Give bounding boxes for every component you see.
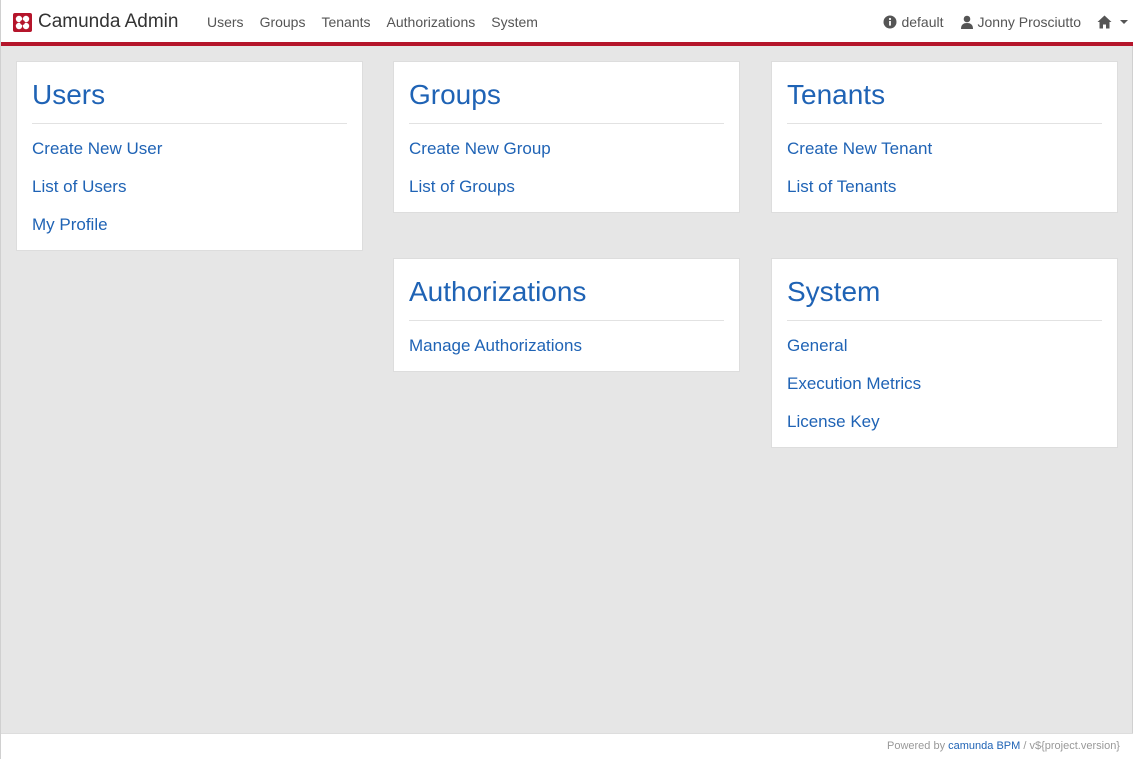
list-of-users-link[interactable]: List of Users <box>32 177 347 197</box>
groups-section: Groups Create New Group List of Groups <box>393 61 740 213</box>
list-of-groups-link[interactable]: List of Groups <box>409 177 724 197</box>
create-new-user-link[interactable]: Create New User <box>32 139 347 159</box>
general-link[interactable]: General <box>787 336 1102 356</box>
brand-name: Camunda Admin <box>38 11 179 32</box>
footer: Powered by camunda BPM / v${project.vers… <box>1 733 1133 759</box>
engine-selector[interactable]: default <box>883 14 944 30</box>
authorizations-section: Authorizations Manage Authorizations <box>393 258 740 372</box>
list-of-tenants-link[interactable]: List of Tenants <box>787 177 1102 197</box>
powered-by-text: Powered by <box>887 740 946 752</box>
manage-authorizations-link[interactable]: Manage Authorizations <box>409 336 724 356</box>
user-icon <box>960 15 973 29</box>
nav-right: default Jonny Prosciutto <box>867 14 1128 30</box>
create-new-tenant-link[interactable]: Create New Tenant <box>787 139 1102 159</box>
top-navbar: Camunda Admin Users Groups Tenants Autho… <box>1 0 1133 46</box>
groups-section-title[interactable]: Groups <box>409 78 724 124</box>
create-new-group-link[interactable]: Create New Group <box>409 139 724 159</box>
users-section: Users Create New User List of Users My P… <box>16 61 363 251</box>
tenants-section: Tenants Create New Tenant List of Tenant… <box>771 61 1118 213</box>
user-menu[interactable]: Jonny Prosciutto <box>960 14 1082 30</box>
users-section-title[interactable]: Users <box>32 78 347 124</box>
nav-groups[interactable]: Groups <box>252 14 314 30</box>
camunda-logo-icon <box>13 12 32 32</box>
nav-users[interactable]: Users <box>199 14 252 30</box>
license-key-link[interactable]: License Key <box>787 412 1102 432</box>
authorizations-section-title[interactable]: Authorizations <box>409 275 724 321</box>
nav-authorizations[interactable]: Authorizations <box>379 14 484 30</box>
brand-link[interactable]: Camunda Admin <box>13 10 178 34</box>
camunda-bpm-link[interactable]: camunda BPM <box>948 740 1020 752</box>
system-section: System General Execution Metrics License… <box>771 258 1118 448</box>
main-nav: Users Groups Tenants Authorizations Syst… <box>199 14 546 30</box>
nav-tenants[interactable]: Tenants <box>313 14 378 30</box>
app-switcher[interactable] <box>1097 15 1128 29</box>
tenants-section-title[interactable]: Tenants <box>787 78 1102 124</box>
chevron-down-icon <box>1120 20 1128 24</box>
info-circle-icon <box>883 15 897 29</box>
app-window: Camunda Admin Users Groups Tenants Autho… <box>0 0 1133 759</box>
system-section-title[interactable]: System <box>787 275 1102 321</box>
home-icon <box>1097 15 1112 29</box>
nav-system[interactable]: System <box>483 14 546 30</box>
engine-name: default <box>901 14 944 30</box>
user-name: Jonny Prosciutto <box>977 14 1082 30</box>
my-profile-link[interactable]: My Profile <box>32 215 347 235</box>
execution-metrics-link[interactable]: Execution Metrics <box>787 374 1102 394</box>
version-text: / v${project.version} <box>1023 740 1120 752</box>
